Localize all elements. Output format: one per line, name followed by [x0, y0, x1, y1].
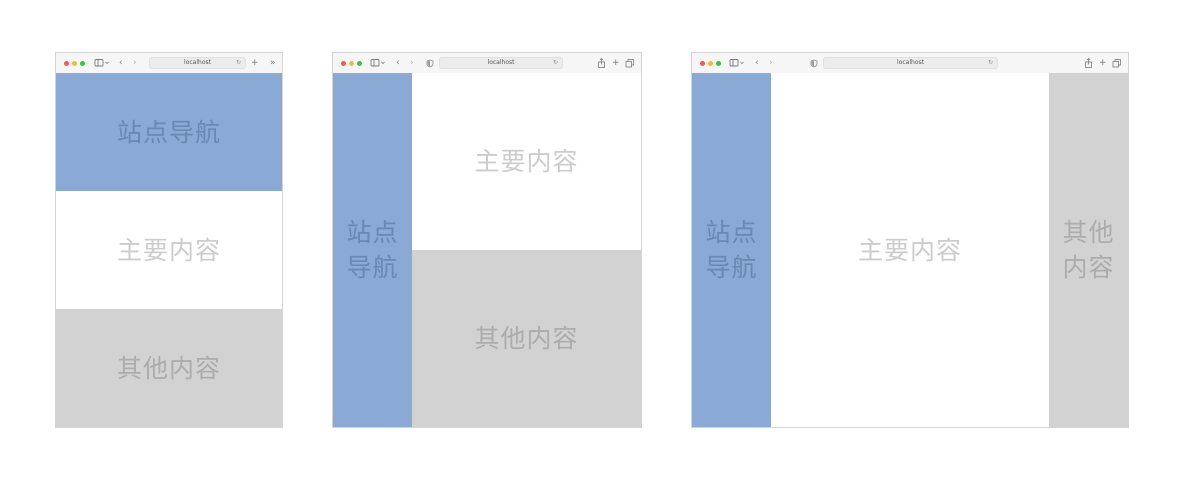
chevron-left-icon[interactable]: ‹ [755, 56, 759, 70]
share-icon[interactable] [1084, 56, 1093, 70]
sidebar-icon[interactable] [729, 56, 745, 70]
plus-icon[interactable]: + [612, 56, 620, 70]
maximize-window-button[interactable] [80, 61, 85, 66]
shield-icon[interactable] [426, 56, 434, 70]
chevron-left-icon[interactable]: ‹ [119, 56, 123, 70]
browser-window-mobile: ‹ › localhost ↻ + » 站点导航 主要内容 其他内容 [55, 52, 283, 428]
tabs-icon[interactable] [1112, 56, 1122, 70]
sidebar-icon[interactable] [370, 56, 386, 70]
close-window-button[interactable] [64, 61, 69, 66]
browser-window-tablet: ‹ › localhost ↻ + 站点导航 主要内容 其他内容 [332, 52, 642, 428]
minimize-window-button[interactable] [349, 61, 354, 66]
share-icon[interactable] [597, 56, 606, 70]
reload-icon[interactable]: ↻ [988, 58, 993, 68]
other-content-section: 其他内容 [1049, 73, 1128, 427]
close-window-button[interactable] [700, 61, 705, 66]
chevron-right-icon[interactable]: › [769, 56, 773, 70]
shield-icon[interactable] [810, 56, 818, 70]
browser-window-desktop: ‹ › localhost ↻ + 站点导航 主要内容 其他内容 [691, 52, 1129, 428]
minimize-window-button[interactable] [72, 61, 77, 66]
address-text: localhost [184, 59, 211, 66]
more-icon[interactable]: » [270, 56, 276, 70]
main-content-label: 主要内容 [857, 235, 962, 265]
main-content-label: 主要内容 [474, 147, 579, 176]
page-viewport: 站点导航 主要内容 其他内容 [692, 73, 1128, 427]
main-content-section: 主要内容 [412, 73, 641, 250]
browser-toolbar: ‹ › localhost ↻ + » [56, 53, 282, 74]
browser-toolbar: ‹ › localhost ↻ + [692, 53, 1128, 74]
site-nav-label: 站点导航 [346, 218, 399, 282]
browser-toolbar: ‹ › localhost ↻ + [333, 53, 641, 74]
maximize-window-button[interactable] [357, 61, 362, 66]
other-content-label: 其他内容 [116, 353, 221, 383]
tabs-icon[interactable] [625, 56, 635, 70]
main-content-label: 主要内容 [116, 235, 221, 265]
reload-icon[interactable]: ↻ [236, 58, 241, 68]
close-window-button[interactable] [341, 61, 346, 66]
plus-icon[interactable]: + [251, 56, 259, 70]
site-nav-label: 站点导航 [705, 218, 758, 282]
address-bar[interactable]: localhost ↻ [149, 57, 246, 69]
address-text: localhost [897, 59, 924, 66]
maximize-window-button[interactable] [716, 61, 721, 66]
site-nav-label: 站点导航 [116, 117, 221, 147]
plus-icon[interactable]: + [1099, 56, 1107, 70]
main-content-section: 主要内容 [56, 191, 282, 309]
other-content-label: 其他内容 [1062, 218, 1115, 282]
chevron-right-icon[interactable]: › [410, 56, 414, 70]
sidebar-icon[interactable] [94, 56, 110, 70]
site-nav-section: 站点导航 [56, 73, 282, 191]
site-nav-section: 站点导航 [692, 73, 771, 427]
address-bar[interactable]: localhost ↻ [439, 57, 563, 69]
site-nav-section: 站点导航 [333, 73, 412, 427]
main-content-section: 主要内容 [771, 73, 1049, 427]
reload-icon[interactable]: ↻ [553, 58, 558, 68]
other-content-label: 其他内容 [474, 324, 579, 353]
address-bar[interactable]: localhost ↻ [823, 57, 998, 69]
other-content-section: 其他内容 [56, 309, 282, 427]
chevron-right-icon[interactable]: › [133, 56, 137, 70]
minimize-window-button[interactable] [708, 61, 713, 66]
page-viewport: 站点导航 主要内容 其他内容 [333, 73, 641, 427]
address-text: localhost [487, 59, 515, 66]
page-viewport: 站点导航 主要内容 其他内容 [56, 73, 282, 427]
other-content-section: 其他内容 [412, 250, 641, 427]
chevron-left-icon[interactable]: ‹ [396, 56, 400, 70]
